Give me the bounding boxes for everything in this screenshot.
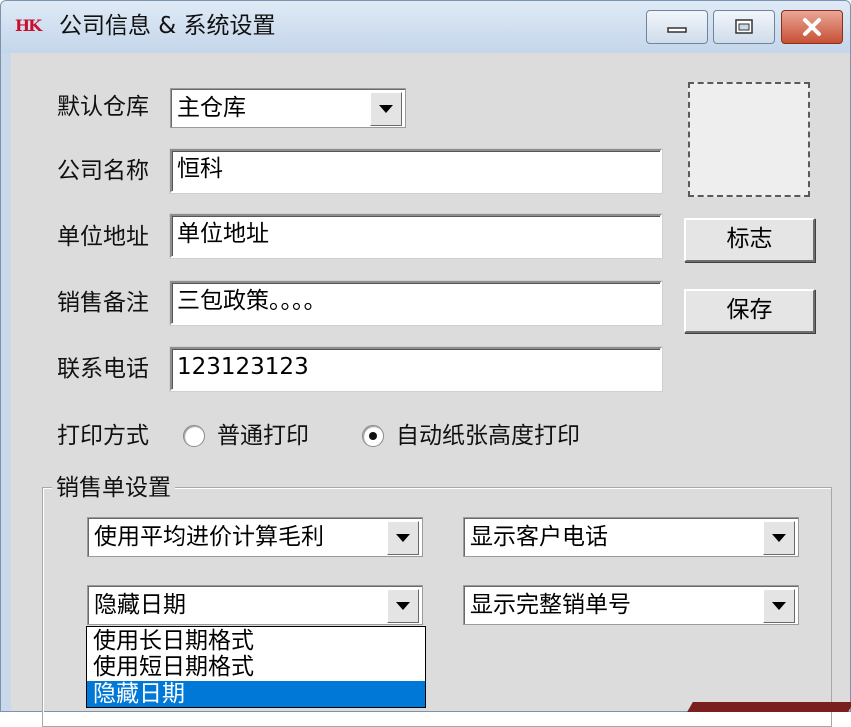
- chevron-down-icon: [379, 105, 393, 113]
- chevron-down-icon: [772, 534, 786, 542]
- customer-phone-select[interactable]: 显示客户电话: [463, 517, 799, 557]
- warehouse-label: 默认仓库: [57, 94, 149, 120]
- chevron-down-icon: [396, 602, 410, 610]
- chevron-down-icon: [772, 602, 786, 610]
- print-auto-radio[interactable]: [362, 425, 384, 447]
- print-normal-radio[interactable]: [183, 425, 205, 447]
- warehouse-select-value: 主仓库: [177, 95, 246, 121]
- logo-image-placeholder[interactable]: [688, 82, 810, 197]
- minimize-icon: [667, 27, 687, 33]
- profit-method-value: 使用平均进价计算毛利: [94, 524, 324, 550]
- order-number-dropdown-button[interactable]: [763, 589, 795, 623]
- note-input[interactable]: 三包政策。。。。: [170, 281, 662, 325]
- close-button[interactable]: [781, 10, 843, 44]
- sales-settings-title: 销售单设置: [52, 473, 175, 503]
- customer-phone-value: 显示客户电话: [470, 524, 608, 550]
- save-button[interactable]: 保存: [684, 289, 815, 333]
- date-format-dropdown-list: 使用长日期格式 使用短日期格式 隐藏日期: [86, 626, 426, 708]
- app-logo-icon: HK: [15, 16, 42, 35]
- profit-method-dropdown-button[interactable]: [387, 521, 419, 555]
- print-mode-label: 打印方式: [57, 423, 149, 449]
- minimize-button[interactable]: [646, 10, 708, 44]
- date-format-value: 隐藏日期: [94, 592, 186, 618]
- warehouse-dropdown-button[interactable]: [370, 92, 402, 126]
- company-label: 公司名称: [57, 158, 149, 184]
- title-bar[interactable]: HK 公司信息 & 系统设置: [1, 1, 850, 53]
- note-label: 销售备注: [57, 290, 149, 316]
- dropdown-option-long-date[interactable]: 使用长日期格式: [87, 628, 425, 654]
- chevron-down-icon: [396, 534, 410, 542]
- print-auto-label[interactable]: 自动纸张高度打印: [396, 421, 580, 451]
- background-window-edge: [687, 702, 851, 712]
- maximize-icon: [735, 19, 753, 34]
- dropdown-option-short-date[interactable]: 使用短日期格式: [87, 654, 425, 680]
- date-format-dropdown-button[interactable]: [387, 589, 419, 623]
- maximize-button[interactable]: [713, 10, 775, 44]
- phone-input[interactable]: 123123123: [170, 347, 662, 391]
- address-label: 单位地址: [57, 224, 149, 250]
- dropdown-option-hide-date[interactable]: 隐藏日期: [87, 681, 425, 707]
- customer-phone-dropdown-button[interactable]: [763, 521, 795, 555]
- window-title: 公司信息 & 系统设置: [59, 13, 276, 39]
- company-input[interactable]: 恒科: [170, 149, 662, 193]
- close-icon: [803, 18, 821, 36]
- warehouse-select[interactable]: 主仓库: [170, 88, 406, 128]
- order-number-value: 显示完整销单号: [470, 592, 631, 618]
- print-normal-label[interactable]: 普通打印: [217, 421, 309, 451]
- address-input[interactable]: 单位地址: [170, 214, 662, 258]
- logo-button[interactable]: 标志: [684, 218, 815, 262]
- profit-method-select[interactable]: 使用平均进价计算毛利: [87, 517, 423, 557]
- date-format-select[interactable]: 隐藏日期: [87, 585, 423, 625]
- order-number-select[interactable]: 显示完整销单号: [463, 585, 799, 625]
- phone-label: 联系电话: [57, 356, 149, 382]
- radio-selected-dot: [369, 432, 377, 440]
